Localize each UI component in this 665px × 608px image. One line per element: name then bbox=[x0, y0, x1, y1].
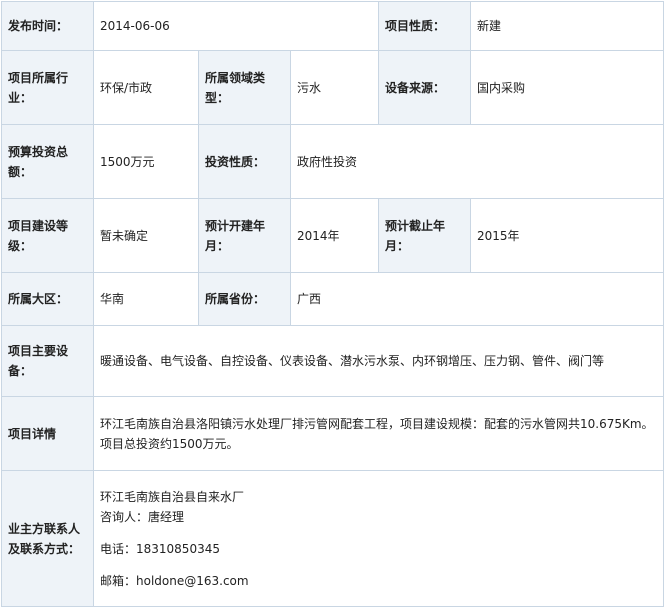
start-year-label: 预计开建年月： bbox=[198, 198, 291, 273]
main-equipment-value: 暖通设备、电气设备、自控设备、仪表设备、潜水污水泵、内环钢增压、压力钢、管件、阀… bbox=[92, 325, 665, 397]
contact-email: 邮箱：holdone@163.com bbox=[100, 573, 249, 588]
region-label: 所属大区： bbox=[1, 272, 94, 326]
table-row: 项目主要设备： 暖通设备、电气设备、自控设备、仪表设备、潜水污水泵、内环钢增压、… bbox=[1, 325, 665, 397]
start-year-value: 2014年 bbox=[289, 198, 380, 273]
equipment-source-value: 国内采购 bbox=[470, 50, 665, 125]
contact-label: 业主方联系人及联系方式： bbox=[1, 470, 94, 607]
field-type-label: 所属领域类型： bbox=[198, 50, 291, 125]
investment-nature-value: 政府性投资 bbox=[289, 124, 665, 199]
industry-label: 项目所属行业： bbox=[1, 50, 94, 125]
budget-value: 1500万元 bbox=[93, 124, 199, 199]
contact-consultant: 咨询人：唐经理 bbox=[100, 509, 185, 524]
table-row: 发布时间： 2014-06-06 项目性质： 新建 bbox=[1, 1, 665, 51]
contact-value: 环江毛南族自治县自来水厂 咨询人：唐经理 电话：18310850345 邮箱：h… bbox=[92, 470, 665, 607]
region-value: 华南 bbox=[93, 272, 199, 326]
industry-value: 环保/市政 bbox=[93, 50, 199, 125]
end-year-label: 预计截止年月： bbox=[378, 198, 472, 273]
investment-nature-label: 投资性质： bbox=[198, 124, 291, 199]
table-row: 项目详情 环江毛南族自治县洛阳镇污水处理厂排污管网配套工程，项目建设规模：配套的… bbox=[1, 396, 665, 471]
contact-spacer bbox=[100, 559, 657, 571]
equipment-source-label: 设备来源： bbox=[378, 50, 472, 125]
grade-label: 项目建设等级： bbox=[1, 198, 94, 273]
table-row: 业主方联系人及联系方式： 环江毛南族自治县自来水厂 咨询人：唐经理 电话：183… bbox=[1, 470, 665, 607]
table-row: 项目所属行业： 环保/市政 所属领域类型： 污水 设备来源： 国内采购 bbox=[1, 50, 665, 125]
project-nature-label: 项目性质： bbox=[378, 1, 472, 51]
details-label: 项目详情 bbox=[1, 396, 94, 471]
publish-time-value: 2014-06-06 bbox=[92, 1, 380, 51]
details-value: 环江毛南族自治县洛阳镇污水处理厂排污管网配套工程，项目建设规模：配套的污水管网共… bbox=[92, 396, 665, 471]
table-row: 所属大区： 华南 所属省份： 广西 bbox=[1, 272, 665, 326]
project-nature-value: 新建 bbox=[470, 1, 665, 51]
project-info-table: 发布时间： 2014-06-06 项目性质： 新建 项目所属行业： 环保/市政 … bbox=[1, 1, 665, 607]
budget-label: 预算投资总额： bbox=[1, 124, 94, 199]
table-row: 项目建设等级： 暂未确定 预计开建年月： 2014年 预计截止年月： 2015年 bbox=[1, 198, 665, 273]
contact-phone: 电话：18310850345 bbox=[100, 541, 220, 556]
province-value: 广西 bbox=[289, 272, 665, 326]
contact-org: 环江毛南族自治县自来水厂 bbox=[100, 489, 245, 504]
end-year-value: 2015年 bbox=[470, 198, 665, 273]
main-equipment-label: 项目主要设备： bbox=[1, 325, 94, 397]
publish-time-label: 发布时间： bbox=[1, 1, 94, 51]
table-row: 预算投资总额： 1500万元 投资性质： 政府性投资 bbox=[1, 124, 665, 199]
contact-spacer bbox=[100, 527, 657, 539]
field-type-value: 污水 bbox=[289, 50, 380, 125]
grade-value: 暂未确定 bbox=[93, 198, 199, 273]
province-label: 所属省份： bbox=[198, 272, 291, 326]
